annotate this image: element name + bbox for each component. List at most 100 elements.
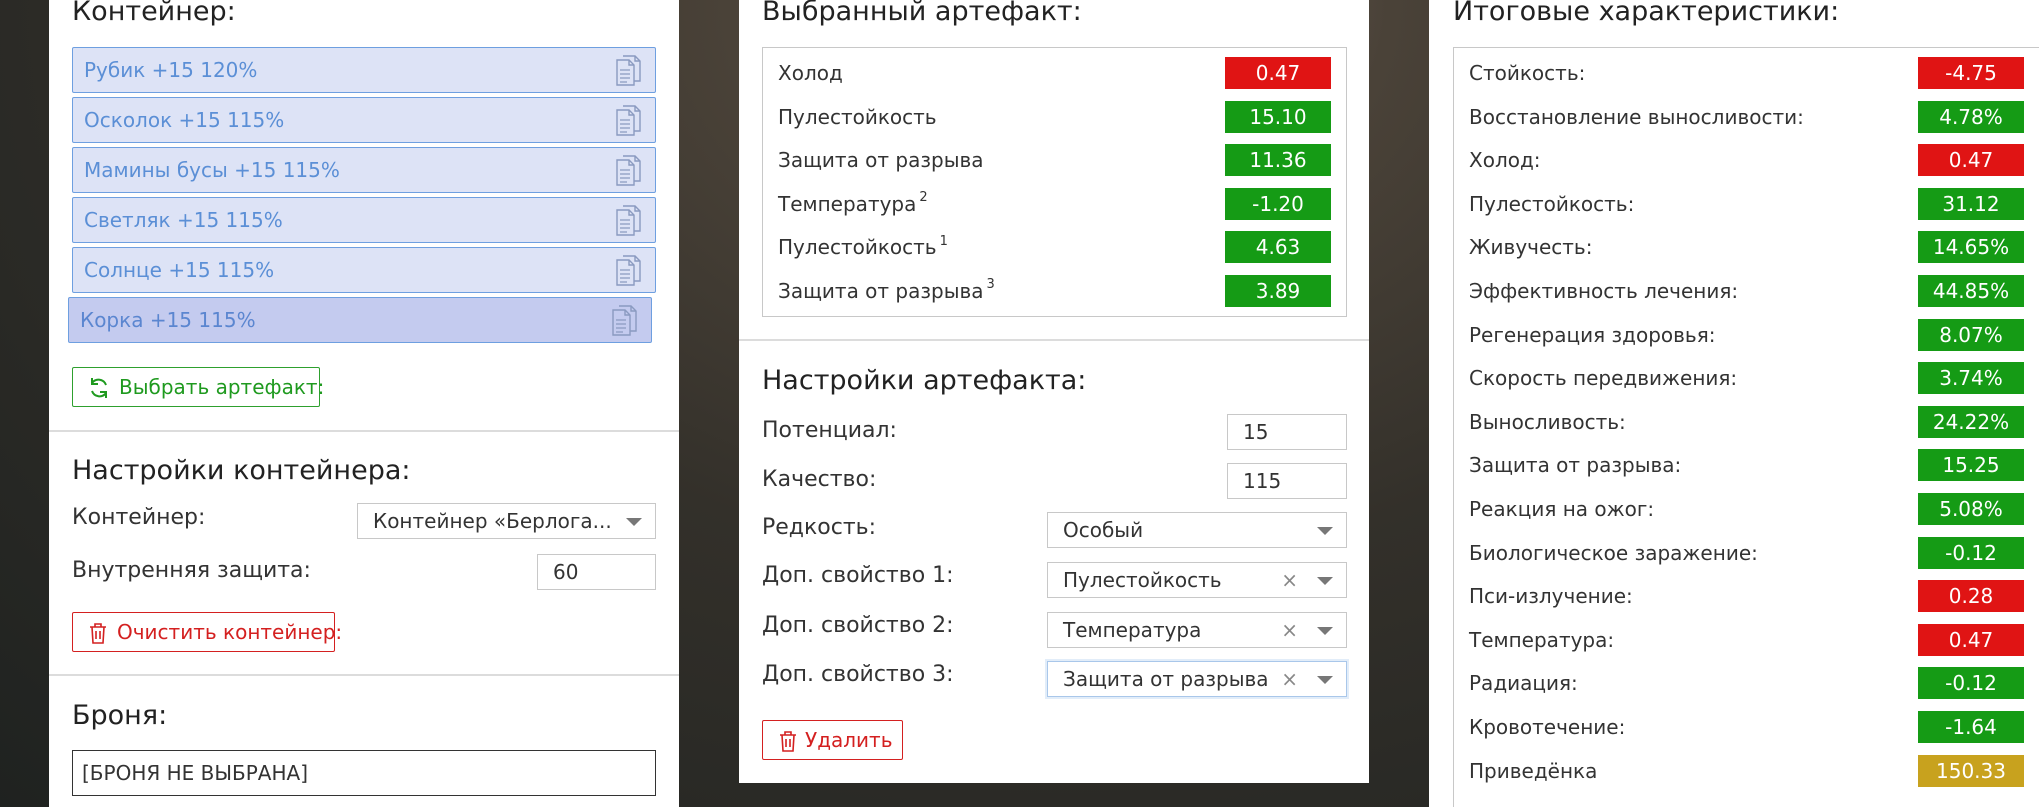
total-stat-row: Температура: 0.47 [1454, 618, 2039, 662]
armor-field[interactable]: [БРОНЯ НЕ ВЫБРАНА] [72, 750, 656, 796]
trash-icon [90, 623, 106, 644]
total-stat-value: 0.47 [1918, 623, 2024, 656]
total-stat-value: -0.12 [1918, 667, 2024, 700]
totals-heading: Итоговые характеристики: [1453, 0, 1840, 27]
stat-label: Температура 2 [778, 190, 928, 216]
stat-label: Пулестойкость [778, 105, 937, 129]
armor-heading: Броня: [72, 700, 168, 731]
total-stat-row: Радиация: -0.12 [1454, 661, 2039, 705]
total-stat-label: Выносливость: [1469, 409, 1626, 434]
divider [49, 430, 679, 432]
extra-property-3-select[interactable]: Защита от разрыва × [1047, 661, 1347, 697]
document-copy-icon[interactable] [615, 254, 643, 287]
delete-artifact-label: Удалить [805, 728, 893, 752]
stat-row: Пулестойкость 15.10 [763, 95, 1346, 139]
trash-icon [780, 731, 796, 752]
container-select-label: Контейнер: [72, 505, 206, 530]
total-stat-value: 14.65% [1918, 231, 2024, 264]
artifact-stats-box: Холод 0.47 Пулестойкость 15.10 Защита от раз… [762, 47, 1347, 317]
total-stat-label: Биологическое заражение: [1469, 540, 1758, 565]
rarity-select[interactable]: Особый [1047, 512, 1347, 548]
totals-panel: Итоговые характеристики: Стойкость: -4.75… [1429, 0, 2039, 807]
artifact-panel: Выбранный артефакт: Холод 0.47 Пулестойкос… [739, 0, 1369, 783]
container-item-label: Осколок +15 115% [84, 108, 285, 132]
total-stat-value: 4.78% [1918, 100, 2024, 133]
document-copy-icon[interactable] [615, 104, 643, 137]
delete-artifact-button[interactable]: Удалить [762, 720, 903, 760]
total-stat-row: Защита от разрыва: 15.25 [1454, 443, 2039, 487]
extra-property-1-value: Пулестойкость [1063, 568, 1222, 592]
select-artifact-button[interactable]: Выбрать артефакт: [72, 367, 324, 407]
container-item[interactable]: Корка +15 115% [68, 297, 652, 343]
stat-label-text: Температура [778, 191, 917, 216]
rarity-value: Особый [1063, 518, 1144, 542]
potential-input[interactable]: 15 [1227, 414, 1347, 450]
stat-row: Пулестойкость 1 4.63 [763, 225, 1346, 269]
document-copy-icon[interactable] [615, 204, 643, 237]
refresh-icon [91, 378, 107, 398]
extra-property-2-select[interactable]: Температура × [1047, 612, 1347, 648]
extra-property-1-select[interactable]: Пулестойкость × [1047, 562, 1347, 598]
divider [739, 339, 1369, 341]
inner-protection-input[interactable]: 60 [537, 554, 656, 590]
container-item-label: Солнце +15 115% [84, 258, 275, 282]
clear-icon[interactable]: × [1281, 613, 1298, 647]
stat-value: 3.89 [1225, 275, 1331, 307]
total-stat-row: Пулестойкость: 31.12 [1454, 182, 2039, 226]
total-stat-value: 0.47 [1918, 144, 2024, 177]
container-item-label: Рубик +15 120% [84, 58, 258, 82]
document-copy-icon[interactable] [615, 54, 643, 87]
total-stat-value: 5.08% [1918, 493, 2024, 525]
clear-container-button[interactable]: Очистить контейнер: [72, 612, 342, 652]
total-stat-row: Биологическое заражение: -0.12 [1454, 531, 2039, 575]
stat-label: Холод [778, 61, 843, 85]
total-stat-row: Регенерация здоровья: 8.07% [1454, 313, 2039, 357]
total-stat-value: 0.28 [1918, 580, 2024, 613]
potential-label: Потенциал: [762, 418, 897, 443]
stat-value: 15.10 [1225, 100, 1331, 133]
container-item[interactable]: Осколок +15 115% [72, 97, 656, 143]
clear-icon[interactable]: × [1281, 563, 1298, 597]
quality-value: 115 [1243, 469, 1282, 493]
select-artifact-label: Выбрать артефакт: [119, 375, 325, 399]
extra-property-3-label: Доп. свойство 3: [762, 662, 954, 687]
chevron-down-icon [1317, 577, 1333, 585]
total-stat-value: 150.33 [1918, 754, 2024, 787]
stat-note: 2 [919, 190, 928, 206]
total-stat-value: -4.75 [1918, 57, 2024, 89]
divider [49, 674, 679, 676]
total-stat-value: 3.74% [1918, 362, 2024, 395]
total-stat-row: Стойкость: -4.75 [1454, 51, 2039, 95]
container-item-label: Светляк +15 115% [84, 208, 283, 232]
extra-property-2-value: Температура [1063, 618, 1202, 642]
total-stat-value: -1.64 [1918, 711, 2024, 743]
container-item[interactable]: Светляк +15 115% [72, 197, 656, 243]
total-stat-label: Пулестойкость: [1469, 191, 1635, 216]
stat-row: Защита от разрыва 11.36 [763, 138, 1346, 182]
total-stat-row: Приведёнка 150.33 [1454, 749, 2039, 793]
total-stat-row: Восстановление выносливости: 4.78% [1454, 95, 2039, 139]
quality-input[interactable]: 115 [1227, 463, 1347, 499]
container-select[interactable]: Контейнер «Берлога... [357, 503, 656, 539]
stat-label: Защита от разрыва 3 [778, 277, 995, 303]
container-item[interactable]: Мамины бусы +15 115% [72, 147, 656, 193]
container-select-value: Контейнер «Берлога... [373, 509, 612, 533]
inner-protection-label: Внутренняя защита: [72, 558, 311, 583]
extra-property-1-label: Доп. свойство 1: [762, 563, 954, 588]
total-stat-label: Защита от разрыва: [1469, 453, 1682, 478]
clear-icon[interactable]: × [1281, 662, 1298, 696]
stat-label-text: Защита от разрыва [778, 279, 984, 303]
stat-row: Защита от разрыва 3 3.89 [763, 269, 1346, 313]
document-copy-icon[interactable] [615, 154, 643, 187]
total-stat-row: Эффективность лечения: 44.85% [1454, 269, 2039, 313]
quality-label: Качество: [762, 467, 877, 492]
container-item-label: Мамины бусы +15 115% [84, 158, 340, 182]
container-item[interactable]: Рубик +15 120% [72, 47, 656, 93]
total-stat-label: Скорость передвижения: [1469, 366, 1738, 391]
extra-property-2-label: Доп. свойство 2: [762, 613, 954, 638]
total-stat-row: Выносливость: 24.22% [1454, 400, 2039, 444]
document-copy-icon[interactable] [611, 304, 639, 337]
container-item[interactable]: Солнце +15 115% [72, 247, 656, 293]
total-stat-label: Живучесть: [1469, 235, 1593, 260]
stat-note: 1 [939, 233, 948, 249]
